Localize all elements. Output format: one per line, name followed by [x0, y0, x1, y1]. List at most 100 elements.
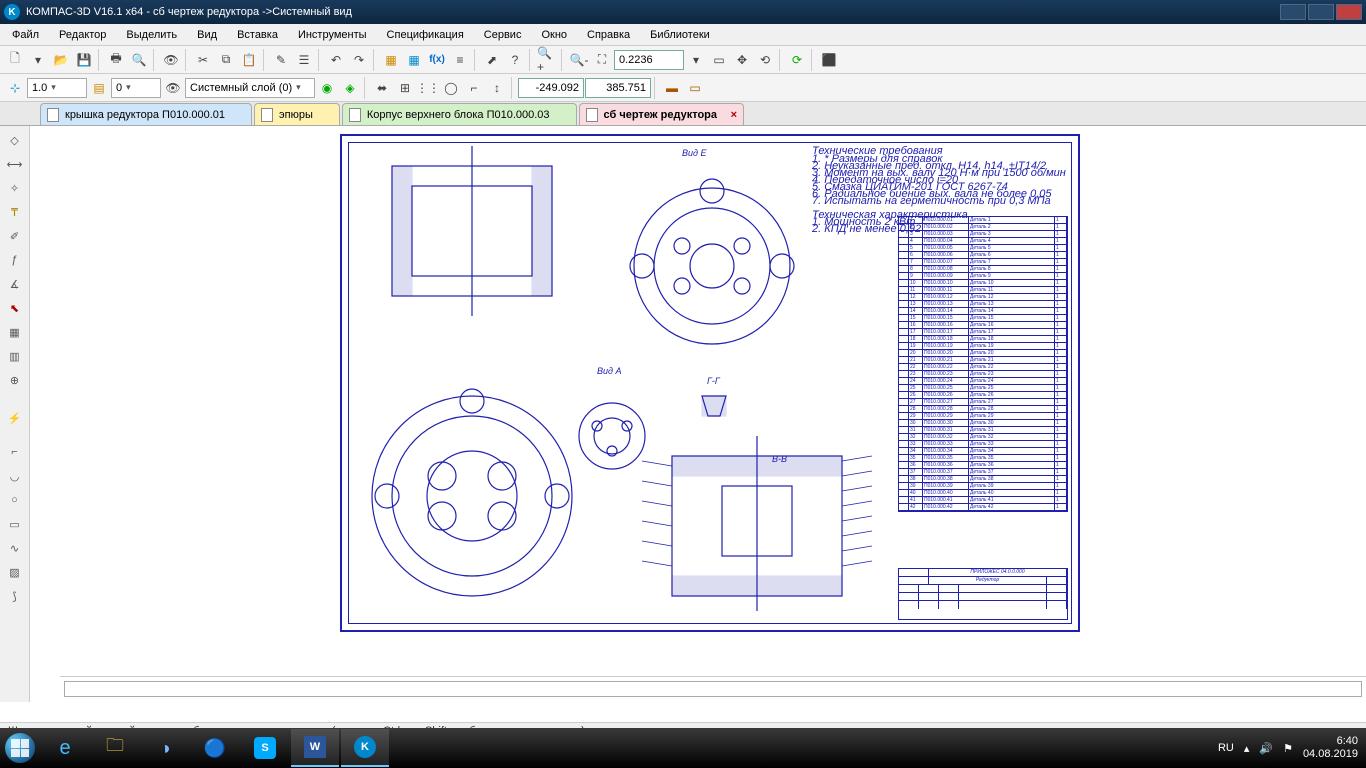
tab-assembly[interactable]: сб чертеж редуктора× [579, 103, 745, 125]
maximize-button[interactable] [1308, 4, 1334, 20]
menu-file[interactable]: Файл [6, 27, 45, 43]
rect-tool[interactable]: ▭ [5, 514, 25, 534]
undo-button[interactable]: ↶ [325, 49, 347, 71]
snap-grid-button[interactable]: ⋮⋮ [417, 77, 439, 99]
symbols-tool[interactable]: ✧ [5, 178, 25, 198]
menu-service[interactable]: Сервис [478, 27, 528, 43]
curve-tool[interactable]: ⟆ [5, 586, 25, 606]
geometry-tool[interactable]: ◇ [5, 130, 25, 150]
tab-body[interactable]: Корпус верхнего блока П010.000.03 [342, 103, 577, 125]
params-tool[interactable]: ƒ [5, 250, 25, 270]
reports-tool[interactable]: ▥ [5, 346, 25, 366]
zoom-out-button[interactable]: 🔍- [568, 49, 590, 71]
minimize-button[interactable] [1280, 4, 1306, 20]
dims-tool[interactable]: ⟷ [5, 154, 25, 174]
snap-end-button[interactable]: ◉ [316, 77, 338, 99]
tray-clock[interactable]: 6:40 04.08.2019 [1303, 735, 1358, 761]
scale-dropdown[interactable]: 1.0 [27, 78, 87, 98]
line-tool[interactable]: ⌐ [5, 442, 25, 462]
menu-window[interactable]: Окно [535, 27, 573, 43]
zoom-in-button[interactable]: 🔍+ [536, 49, 558, 71]
paste-button[interactable]: 📋 [238, 49, 260, 71]
menu-spec[interactable]: Спецификация [381, 27, 470, 43]
refresh-button[interactable]: ⟳ [786, 49, 808, 71]
tray-volume-icon[interactable]: 🔊 [1259, 742, 1273, 755]
taskbar-chrome[interactable]: 🔵 [191, 729, 239, 767]
snap-button[interactable]: ⊹ [4, 77, 26, 99]
spline-tool[interactable]: ∿ [5, 538, 25, 558]
layer-num-dropdown[interactable]: 0 [111, 78, 161, 98]
taskbar-ie[interactable]: e [41, 729, 89, 767]
ortho-button[interactable]: ⬌ [371, 77, 393, 99]
pan-button[interactable]: ✥ [731, 49, 753, 71]
copy-button[interactable]: ⧉ [215, 49, 237, 71]
command-input[interactable] [64, 681, 1362, 697]
zoom-window-button[interactable]: ▭ [708, 49, 730, 71]
round-button[interactable]: ◯ [440, 77, 462, 99]
layers-button[interactable]: ▤ [88, 77, 110, 99]
menu-view[interactable]: Вид [191, 27, 223, 43]
select-tool[interactable]: ⬉ [5, 298, 25, 318]
coord-y-field[interactable] [585, 78, 651, 98]
help-button[interactable]: ? [504, 49, 526, 71]
hatch-tool[interactable]: ▨ [5, 562, 25, 582]
tray-flag-icon[interactable]: ⚑ [1283, 742, 1293, 755]
grid-button[interactable]: ⊞ [394, 77, 416, 99]
open-button[interactable]: 📂 [50, 49, 72, 71]
taskbar-kompas[interactable]: K [341, 729, 389, 767]
new-drop[interactable]: ▾ [27, 49, 49, 71]
spec-button[interactable]: ▦ [380, 49, 402, 71]
arc-tool[interactable]: ◡ [5, 466, 25, 486]
rotate-button[interactable]: ⟲ [754, 49, 776, 71]
coord-x-field[interactable] [518, 78, 584, 98]
preview-button[interactable]: 👁 [160, 49, 182, 71]
tab-epures[interactable]: эпюры [254, 103, 340, 125]
vars-button[interactable]: ≡ [449, 49, 471, 71]
dim-button[interactable]: ↕ [486, 77, 508, 99]
taskbar-skype[interactable]: S [241, 729, 289, 767]
wall-button[interactable]: ▬ [661, 77, 683, 99]
spec2-button[interactable]: ▦ [403, 49, 425, 71]
measure-tool[interactable]: ∡ [5, 274, 25, 294]
zoom-fit-button[interactable]: ⛶ [591, 49, 613, 71]
save-button[interactable]: 💾 [73, 49, 95, 71]
insert-tool[interactable]: ⊕ [5, 370, 25, 390]
properties-button[interactable]: ☰ [293, 49, 315, 71]
brush-button[interactable]: ✎ [270, 49, 292, 71]
pointer-button[interactable]: ⬈ [481, 49, 503, 71]
drawing-canvas[interactable]: Технические требования 1. * Размеры для … [30, 126, 1366, 702]
tab-close-icon[interactable]: × [731, 109, 737, 121]
taskbar-explorer[interactable]: 🗀 [91, 729, 139, 767]
taskbar-word[interactable]: W [291, 729, 339, 767]
tab-cover[interactable]: крышка редуктора П010.000.01 [40, 103, 252, 125]
print-preview-button[interactable]: 🔍 [128, 49, 150, 71]
snap-mid-button[interactable]: ◈ [339, 77, 361, 99]
spec-tool[interactable]: ▦ [5, 322, 25, 342]
menu-help[interactable]: Справка [581, 27, 636, 43]
print-button[interactable]: 🖶 [105, 49, 127, 71]
wall2-button[interactable]: ▭ [684, 77, 706, 99]
point-tool[interactable]: ⚡ [5, 408, 25, 428]
menu-tools[interactable]: Инструменты [292, 27, 373, 43]
local-cs-button[interactable]: ⌐ [463, 77, 485, 99]
fx-button[interactable]: f(x) [426, 49, 448, 71]
layer-vis-button[interactable]: 👁 [162, 77, 184, 99]
circle-tool[interactable]: ○ [5, 490, 25, 510]
close-button[interactable] [1336, 4, 1362, 20]
zoom-drop[interactable]: ▾ [685, 49, 707, 71]
redo-button[interactable]: ↷ [348, 49, 370, 71]
tray-chevron-icon[interactable]: ▴ [1244, 742, 1250, 755]
zoom-field[interactable] [614, 50, 684, 70]
menu-select[interactable]: Выделить [120, 27, 183, 43]
edit-tool[interactable]: ✐ [5, 226, 25, 246]
new-button[interactable]: 🗋 [4, 49, 26, 71]
layer-name-dropdown[interactable]: Системный слой (0) [185, 78, 315, 98]
start-button[interactable] [0, 728, 40, 768]
menu-edit[interactable]: Редактор [53, 27, 112, 43]
menu-insert[interactable]: Вставка [231, 27, 284, 43]
menu-libs[interactable]: Библиотеки [644, 27, 716, 43]
tray-lang[interactable]: RU [1218, 742, 1234, 754]
cut-button[interactable]: ✂ [192, 49, 214, 71]
taskbar-app1[interactable]: ◑ [141, 729, 189, 767]
stop-button[interactable]: ⬛ [818, 49, 840, 71]
